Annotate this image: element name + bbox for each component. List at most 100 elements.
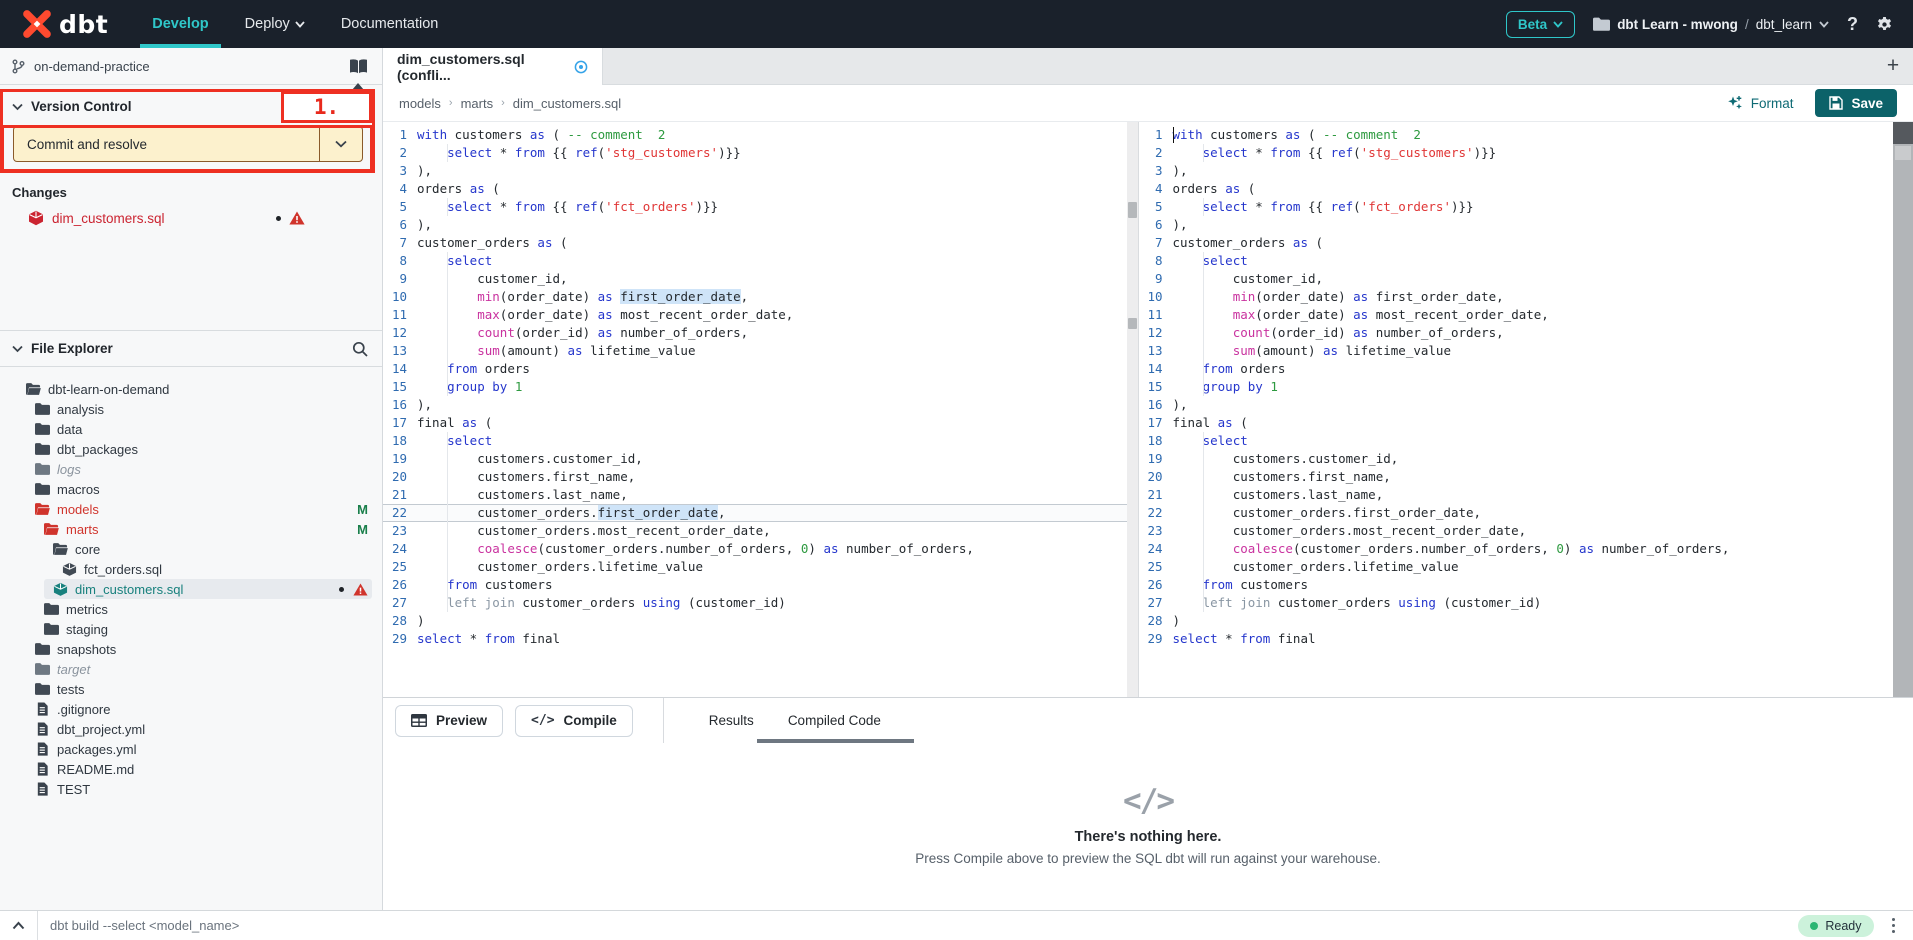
kebab-menu-icon[interactable] <box>1886 914 1902 938</box>
code-line-21[interactable]: 21 customers.last_name, <box>383 486 1138 504</box>
nav-tab-deploy[interactable]: Deploy <box>227 0 323 48</box>
commit-dropdown-toggle[interactable] <box>319 127 362 161</box>
dbt-logo[interactable]: dbt <box>0 0 134 48</box>
changed-file-dim-customers[interactable]: dim_customers.sql <box>0 208 382 228</box>
command-input[interactable]: dbt build --select <model_name> <box>50 918 1786 933</box>
code-line-27[interactable]: 27 left join customer_orders using (cust… <box>1139 594 1894 612</box>
tree-item-core[interactable]: core <box>0 539 382 559</box>
preview-button[interactable]: Preview <box>395 705 503 737</box>
breadcrumb-models[interactable]: models <box>399 96 441 111</box>
account-project-selector[interactable]: dbt Learn - mwong / dbt_learn <box>1593 17 1829 32</box>
file-explorer-header[interactable]: File Explorer <box>0 331 382 367</box>
version-control-header[interactable]: Version Control <box>0 93 382 120</box>
tab-results[interactable]: Results <box>692 698 771 743</box>
tree-item-marts[interactable]: martsM <box>0 519 382 539</box>
code-line-19[interactable]: 19 customers.customer_id, <box>383 450 1138 468</box>
code-line-10[interactable]: 10 min(order_date) as first_order_date, <box>383 288 1138 306</box>
code-line-10[interactable]: 10 min(order_date) as first_order_date, <box>1139 288 1894 306</box>
code-line-14[interactable]: 14 from orders <box>383 360 1138 378</box>
code-line-5[interactable]: 5 select * from {{ ref('fct_orders')}} <box>383 198 1138 216</box>
code-line-8[interactable]: 8 select <box>383 252 1138 270</box>
tree-item-logs[interactable]: logs <box>0 459 382 479</box>
scrollbar-thumb[interactable] <box>1128 318 1137 329</box>
code-line-18[interactable]: 18 select <box>1139 432 1894 450</box>
tree-item-tests[interactable]: tests <box>0 679 382 699</box>
code-line-14[interactable]: 14 from orders <box>1139 360 1894 378</box>
code-line-25[interactable]: 25 customer_orders.lifetime_value <box>383 558 1138 576</box>
code-line-1[interactable]: 1with customers as ( -- comment 2 <box>1139 126 1894 144</box>
tree-item-target[interactable]: target <box>0 659 382 679</box>
code-line-6[interactable]: 6), <box>1139 216 1894 234</box>
beta-button[interactable]: Beta <box>1506 11 1575 38</box>
tree-item-readme-md[interactable]: README.md <box>0 759 382 779</box>
code-line-2[interactable]: 2 select * from {{ ref('stg_customers')}… <box>1139 144 1894 162</box>
code-line-19[interactable]: 19 customers.customer_id, <box>1139 450 1894 468</box>
tree-item-snapshots[interactable]: snapshots <box>0 639 382 659</box>
code-line-11[interactable]: 11 max(order_date) as most_recent_order_… <box>383 306 1138 324</box>
tree-item-dbt-learn-on-demand[interactable]: dbt-learn-on-demand <box>0 379 382 399</box>
tree-item-staging[interactable]: staging <box>0 619 382 639</box>
code-line-22[interactable]: 22 customer_orders.first_order_date, <box>383 504 1138 522</box>
tree-item-models[interactable]: modelsM <box>0 499 382 519</box>
code-line-15[interactable]: 15 group by 1 <box>383 378 1138 396</box>
format-button[interactable]: Format <box>1727 95 1794 111</box>
tree-item-metrics[interactable]: metrics <box>0 599 382 619</box>
code-line-20[interactable]: 20 customers.first_name, <box>383 468 1138 486</box>
tree-item-dim-customers-sql[interactable]: dim_customers.sql <box>0 579 382 599</box>
nav-tab-documentation[interactable]: Documentation <box>323 0 457 48</box>
commit-and-resolve-button[interactable]: Commit and resolve <box>13 126 363 162</box>
editor-pane-right[interactable]: 1with customers as ( -- comment 22 selec… <box>1139 122 1894 697</box>
code-line-22[interactable]: 22 customer_orders.first_order_date, <box>1139 504 1894 522</box>
code-line-4[interactable]: 4orders as ( <box>1139 180 1894 198</box>
tree-item-test[interactable]: TEST <box>0 779 382 799</box>
code-line-6[interactable]: 6), <box>383 216 1138 234</box>
code-line-3[interactable]: 3), <box>383 162 1138 180</box>
gear-icon[interactable] <box>1876 16 1893 33</box>
code-line-13[interactable]: 13 sum(amount) as lifetime_value <box>383 342 1138 360</box>
code-line-20[interactable]: 20 customers.first_name, <box>1139 468 1894 486</box>
book-icon[interactable] <box>349 59 368 74</box>
code-line-17[interactable]: 17final as ( <box>1139 414 1894 432</box>
breadcrumb-file[interactable]: dim_customers.sql <box>513 96 621 111</box>
tree-item-packages-yml[interactable]: packages.yml <box>0 739 382 759</box>
code-line-5[interactable]: 5 select * from {{ ref('fct_orders')}} <box>1139 198 1894 216</box>
code-line-8[interactable]: 8 select <box>1139 252 1894 270</box>
code-line-26[interactable]: 26 from customers <box>383 576 1138 594</box>
compile-button[interactable]: </> Compile <box>515 705 633 737</box>
code-line-29[interactable]: 29select * from final <box>383 630 1138 648</box>
tree-item-analysis[interactable]: analysis <box>0 399 382 419</box>
code-line-9[interactable]: 9 customer_id, <box>383 270 1138 288</box>
code-line-1[interactable]: 1with customers as ( -- comment 2 <box>383 126 1138 144</box>
tree-item-dbt-project-yml[interactable]: dbt_project.yml <box>0 719 382 739</box>
code-line-7[interactable]: 7customer_orders as ( <box>1139 234 1894 252</box>
code-line-29[interactable]: 29select * from final <box>1139 630 1894 648</box>
scrollbar-thumb[interactable] <box>1128 202 1137 218</box>
help-icon[interactable]: ? <box>1847 14 1858 35</box>
search-icon[interactable] <box>352 341 368 357</box>
new-tab-button[interactable]: + <box>1873 48 1913 84</box>
code-line-27[interactable]: 27 left join customer_orders using (cust… <box>383 594 1138 612</box>
code-line-12[interactable]: 12 count(order_id) as number_of_orders, <box>1139 324 1894 342</box>
tab-compiled-code[interactable]: Compiled Code <box>771 698 898 743</box>
tree-item-dbt-packages[interactable]: dbt_packages <box>0 439 382 459</box>
ready-status-badge[interactable]: Ready <box>1798 915 1873 937</box>
tree-item-fct-orders-sql[interactable]: fct_orders.sql <box>0 559 382 579</box>
nav-tab-develop[interactable]: Develop <box>134 0 226 48</box>
code-line-4[interactable]: 4orders as ( <box>383 180 1138 198</box>
code-line-7[interactable]: 7customer_orders as ( <box>383 234 1138 252</box>
code-line-18[interactable]: 18 select <box>383 432 1138 450</box>
code-line-28[interactable]: 28) <box>383 612 1138 630</box>
chevron-up-icon[interactable] <box>12 921 25 930</box>
code-line-25[interactable]: 25 customer_orders.lifetime_value <box>1139 558 1894 576</box>
code-line-24[interactable]: 24 coalesce(customer_orders.number_of_or… <box>383 540 1138 558</box>
scrollbar-thumb[interactable] <box>1893 122 1913 144</box>
code-line-11[interactable]: 11 max(order_date) as most_recent_order_… <box>1139 306 1894 324</box>
save-button[interactable]: Save <box>1815 89 1897 117</box>
tree-item-data[interactable]: data <box>0 419 382 439</box>
code-line-21[interactable]: 21 customers.last_name, <box>1139 486 1894 504</box>
code-line-16[interactable]: 16), <box>1139 396 1894 414</box>
code-line-3[interactable]: 3), <box>1139 162 1894 180</box>
code-line-23[interactable]: 23 customer_orders.most_recent_order_dat… <box>383 522 1138 540</box>
editor-tab-dim-customers[interactable]: dim_customers.sql (confli... <box>383 48 603 85</box>
scrollbar-thumb[interactable] <box>1895 146 1911 160</box>
